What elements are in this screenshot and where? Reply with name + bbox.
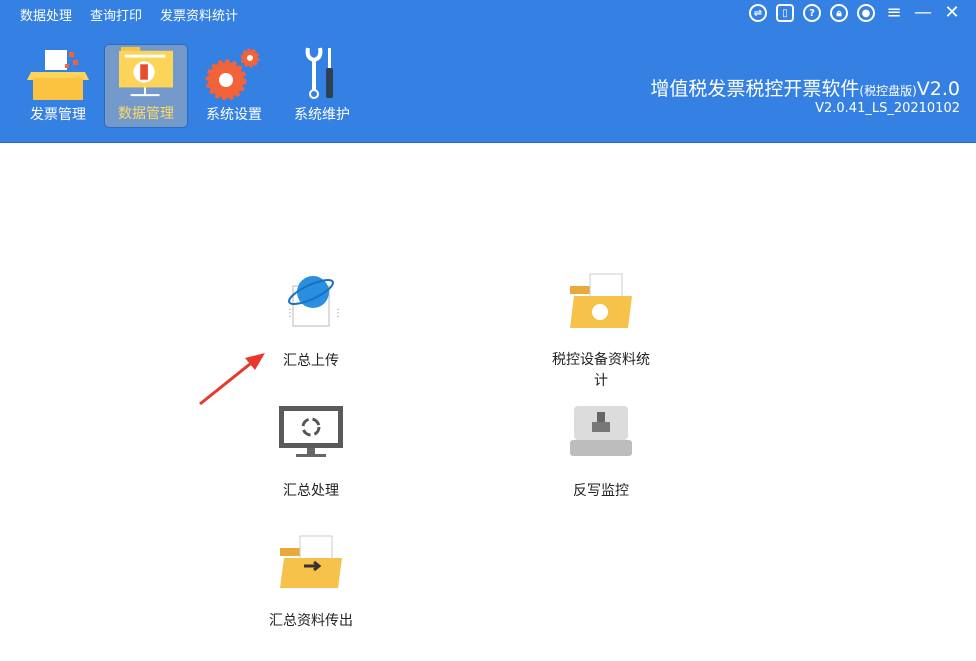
pointer-arrow [195,350,275,410]
globe-pen-icon: ⋮⋮ [279,270,343,330]
tool-invoice-management[interactable]: 发票管理 [16,44,100,128]
write-back-monitor[interactable]: 反写监控 [521,404,681,500]
folder-chart-icon [568,272,634,330]
tool-data-management[interactable]: 数据管理 [104,44,188,128]
folder-export-icon [278,534,344,590]
tool-system-settings[interactable]: 系统设置 [192,44,276,128]
menu-invoice-stats[interactable]: 发票资料统计 [160,5,238,24]
tools-icon [302,46,342,100]
app-title: 增值税发票税控开票软件(税控盘版)V2.0 [650,74,960,101]
version-label: V2.0.41_LS_20210102 [815,101,960,116]
drive-broom-icon [568,404,634,460]
tool-system-maintenance[interactable]: 系统维护 [280,44,364,128]
notes-icon[interactable]: ▯ [776,4,794,22]
switch-icon[interactable]: ⇌ [749,4,767,22]
toolbar: 发票管理 数据管理 系统设置 系统维护 [16,44,364,128]
minimize-icon[interactable]: — [913,4,933,22]
user-icon[interactable]: ● [857,4,875,22]
help-icon[interactable]: ? [803,4,821,22]
svg-text:⋮: ⋮ [285,308,295,319]
header: 数据处理 查询打印 发票资料统计 ⇌ ▯ ? 🔒︎ ● ≡ — ✕ 发票管理 数… [0,0,976,143]
menu-icon[interactable]: ≡ [884,4,904,22]
tax-device-stats[interactable]: 税控设备资料统计 [521,272,681,392]
svg-text:⋮: ⋮ [333,308,343,319]
monitor-refresh-icon [278,404,344,460]
menu-bar: 数据处理 查询打印 发票资料统计 [20,5,238,24]
summary-processing[interactable]: 汇总处理 [231,404,391,500]
box-icon [27,48,89,100]
folder-network-icon [116,45,176,99]
menu-query-print[interactable]: 查询打印 [90,5,142,24]
window-controls: ⇌ ▯ ? 🔒︎ ● ≡ — ✕ [749,4,962,22]
close-icon[interactable]: ✕ [942,4,962,22]
summary-export[interactable]: 汇总资料传出 [231,534,391,630]
menu-data-processing[interactable]: 数据处理 [20,5,72,24]
gears-icon [204,48,264,100]
lock-icon[interactable]: 🔒︎ [830,4,848,22]
